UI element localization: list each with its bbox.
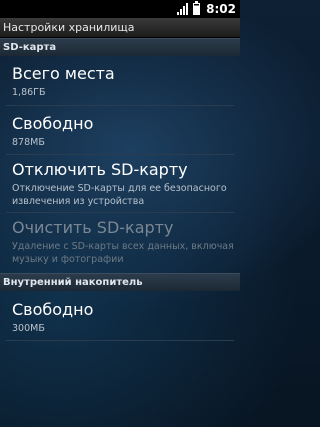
divider [6,212,234,213]
sd-free-space-item: Свободно 878МБ [12,114,234,149]
divider [6,340,234,341]
total-space-item: Всего места 1,86ГБ [12,64,234,99]
divider [6,154,234,155]
section-header-label: SD-карта [3,42,57,53]
section-header-label: Внутренний накопитель [3,277,143,288]
unmount-sd-card-button[interactable]: Отключить SD-карту Отключение SD-карты д… [12,160,234,208]
section-header-sd-card: SD-карта [0,38,240,56]
format-sd-card-title: Очистить SD-карту [12,218,174,237]
battery-icon [193,1,200,15]
title-bar: Настройки хранилища [0,18,240,38]
sd-free-space-value: 878МБ [12,137,45,148]
sd-free-space-title: Свободно [12,114,94,133]
divider [6,105,234,106]
internal-free-space-item: Свободно 300МБ [12,300,234,335]
total-space-value: 1,86ГБ [12,87,46,98]
status-icons [177,1,200,16]
section-header-internal-storage: Внутренний накопитель [0,273,240,291]
format-sd-card-button[interactable]: Очистить SD-карту Удаление с SD-карты вс… [12,218,234,266]
status-bar: 8:02 [0,0,240,18]
page-title: Настройки хранилища [3,21,135,34]
format-sd-card-description: Удаление с SD-карты всех данных, включая… [12,241,234,265]
internal-free-space-title: Свободно [12,300,94,319]
total-space-title: Всего места [12,64,115,83]
unmount-sd-card-description: Отключение SD-карты для ее безопасного и… [12,183,227,207]
unmount-sd-card-title: Отключить SD-карту [12,160,188,179]
signal-icon [177,3,188,15]
clock: 8:02 [206,2,236,16]
internal-free-space-value: 300МБ [12,323,45,334]
